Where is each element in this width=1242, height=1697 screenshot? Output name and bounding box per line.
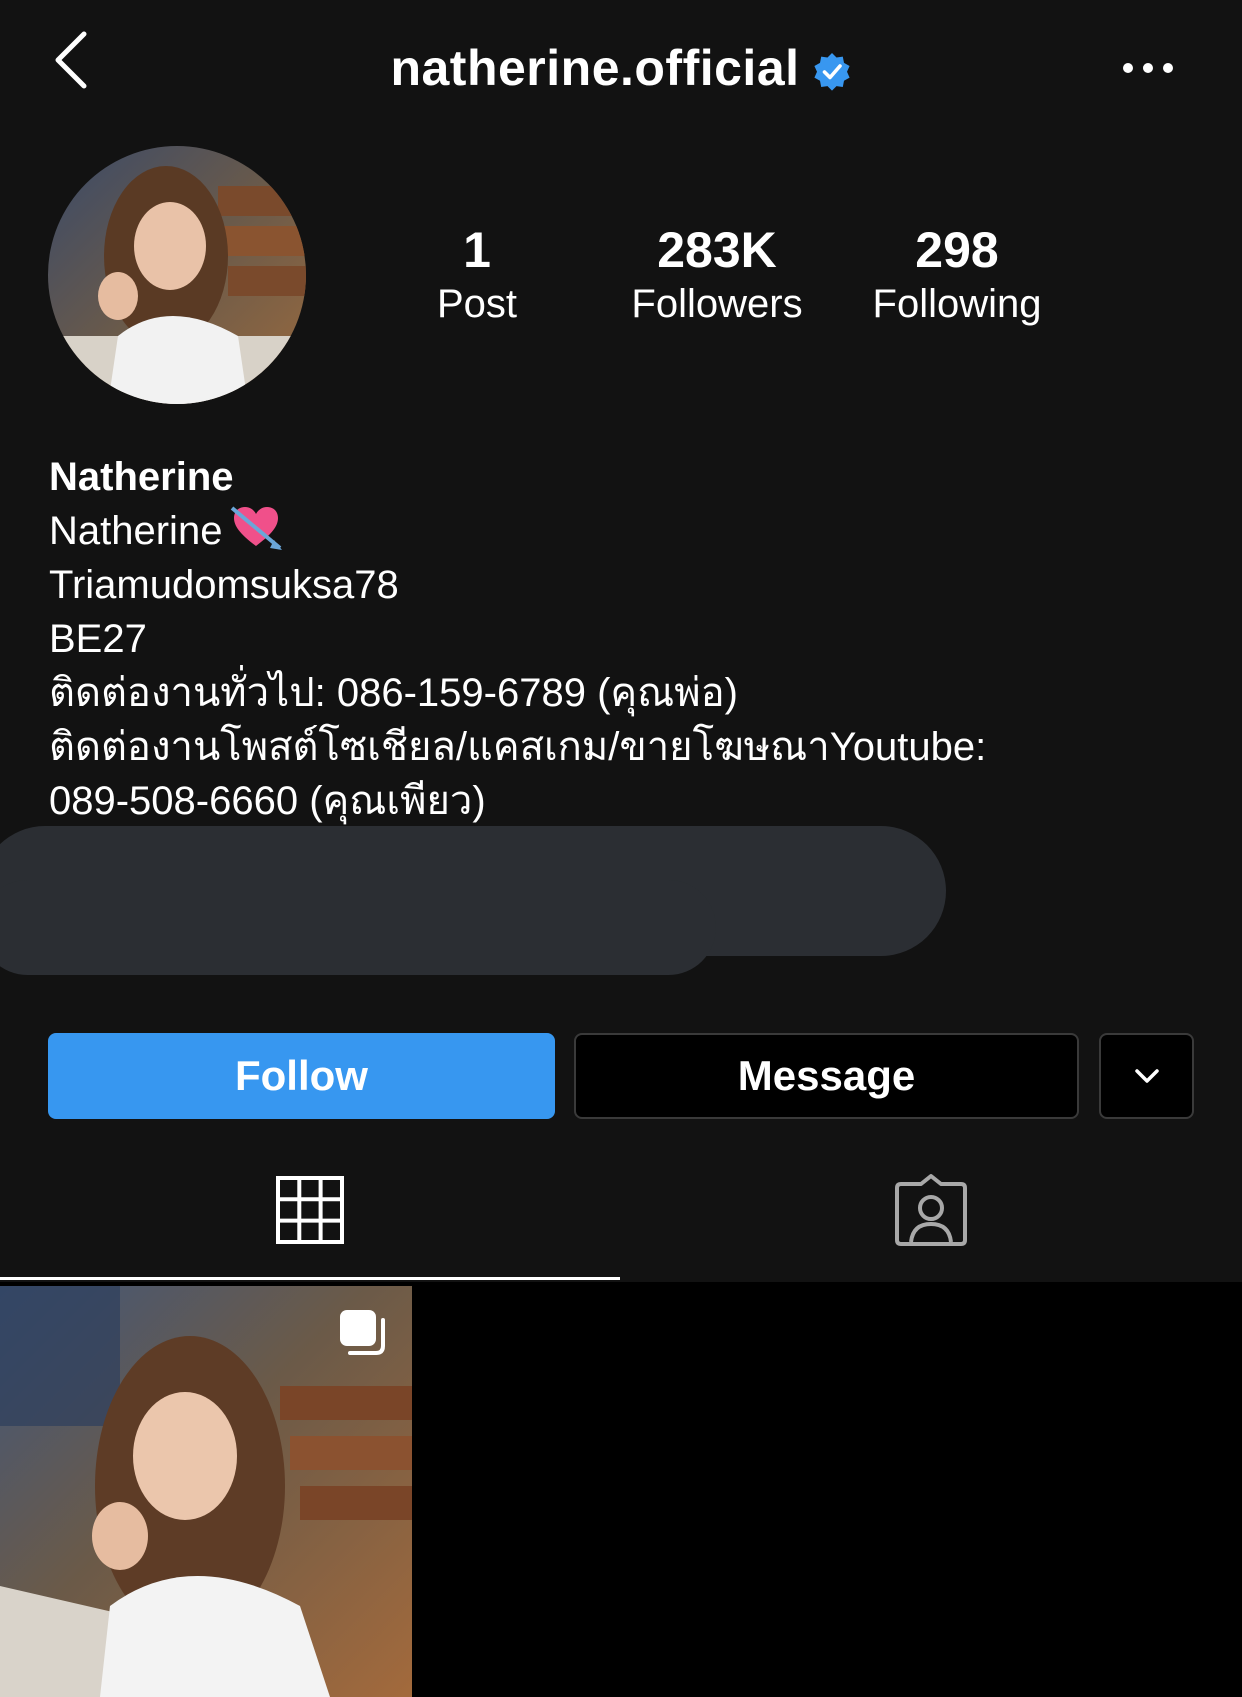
- followers-count[interactable]: 283K Followers: [597, 222, 837, 330]
- posts-count-value: 1: [463, 222, 491, 278]
- follow-button[interactable]: Follow: [48, 1033, 555, 1119]
- followers-count-label: Followers: [631, 282, 803, 326]
- bio-contact-line: ติดต่องานทั่วไป: 086-159-6789 (คุณพ่อ): [49, 671, 738, 715]
- active-tab-indicator: [0, 1277, 620, 1280]
- display-name: Natherine: [49, 455, 234, 499]
- username-title: natherine.official: [390, 40, 800, 96]
- verified-badge-icon: [813, 53, 850, 91]
- following-count[interactable]: 298 Following: [837, 222, 1077, 330]
- grid-icon[interactable]: [270, 1170, 350, 1250]
- avatar[interactable]: [48, 146, 306, 404]
- bio-line: Triamudomsuksa78: [49, 563, 399, 607]
- chevron-down-icon: [1134, 1069, 1159, 1083]
- heart-with-arrow-icon: [231, 506, 283, 550]
- more-horizontal-icon[interactable]: [1120, 50, 1176, 86]
- posts-count-label: Post: [436, 282, 518, 326]
- message-button[interactable]: Message: [574, 1033, 1079, 1119]
- tagged-person-icon[interactable]: [891, 1170, 971, 1250]
- followers-count-value: 283K: [657, 222, 777, 278]
- multiple-photos-icon: [340, 1310, 385, 1355]
- following-count-label: Following: [872, 282, 1042, 326]
- bio-line: Natherine: [49, 504, 1199, 558]
- posts-count[interactable]: 1 Post: [357, 222, 597, 330]
- bio-line: BE27: [49, 617, 147, 661]
- bio-line-text: Natherine: [49, 509, 223, 553]
- bio-contact-line: 089-508-6660 (คุณเพียว): [49, 779, 486, 823]
- bio-contact-line: ติดต่องานโพสต์โซเชียล/แคสเกม/ขายโฆษณาYou…: [49, 725, 987, 769]
- following-count-value: 298: [915, 222, 999, 278]
- suggested-accounts-button[interactable]: [1099, 1033, 1194, 1119]
- profile-bio: Natherine Natherine Triamudomsuksa78 BE2…: [49, 450, 1199, 828]
- header-title: natherine.official: [0, 30, 1242, 106]
- redaction-overlay: [0, 880, 716, 975]
